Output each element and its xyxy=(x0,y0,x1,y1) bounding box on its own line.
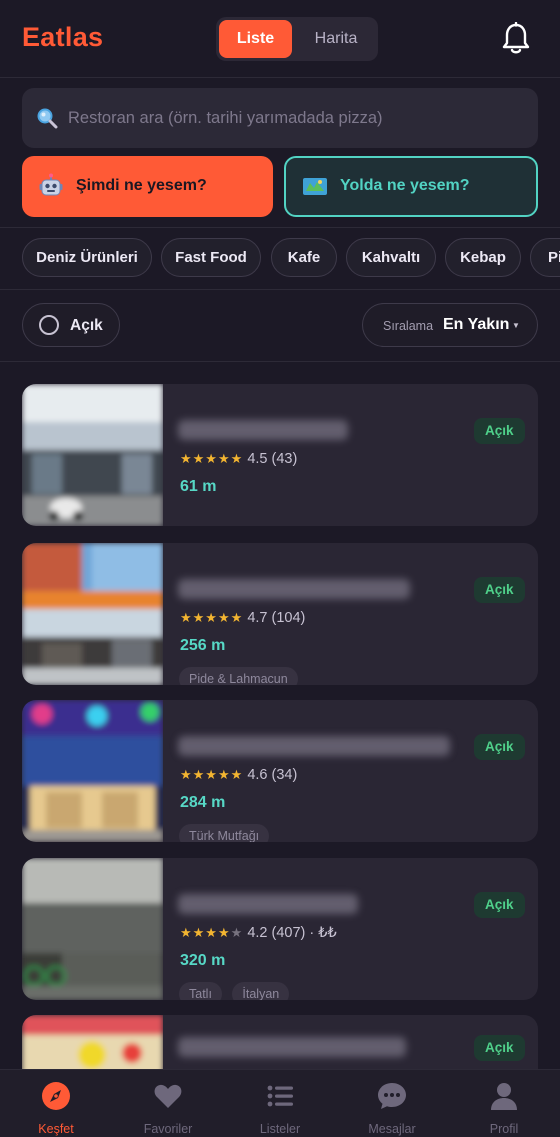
open-status-badge: Açık xyxy=(474,418,525,444)
nav-label-discover: Keşfet xyxy=(38,1122,74,1136)
chip-cafe[interactable]: Kafe xyxy=(271,238,337,277)
what-to-eat-now-button[interactable]: Şimdi ne yesem? xyxy=(22,156,273,217)
filter-divider xyxy=(0,361,560,362)
cuisine-tag: Pide & Lahmacun xyxy=(179,667,298,685)
category-chips: Deniz Ürünleri Fast Food Kafe Kahvaltı K… xyxy=(0,238,560,278)
restaurant-name-redacted xyxy=(178,736,450,756)
restaurant-name-redacted xyxy=(178,579,410,599)
restaurant-name-redacted xyxy=(178,420,348,440)
chip-seafood[interactable]: Deniz Ürünleri xyxy=(22,238,152,277)
nav-label-messages: Mesajlar xyxy=(368,1122,416,1136)
chip-more[interactable]: Pi xyxy=(530,238,560,277)
star-rating-icon: ★★★★★ xyxy=(180,610,244,625)
open-now-label: Açık xyxy=(70,317,103,334)
open-status-badge: Açık xyxy=(474,1035,525,1061)
app-logo: Eatlas xyxy=(22,22,104,52)
chip-breakfast[interactable]: Kahvaltı xyxy=(346,238,436,277)
chat-icon xyxy=(378,1083,406,1109)
restaurant-rating: ★★★★★ 4.5 (43) xyxy=(180,451,297,467)
review-count: (407) xyxy=(271,925,306,941)
rating-value: 4.2 xyxy=(247,925,268,941)
restaurant-photo xyxy=(22,384,163,526)
chip-fast-food[interactable]: Fast Food xyxy=(161,238,261,277)
app-screen: Eatlas Liste Harita Restoran ara (örn. t… xyxy=(0,0,560,1137)
robot-icon xyxy=(39,173,63,196)
restaurant-rating: ★★★★★ 4.2 (407) · ₺₺ xyxy=(180,925,337,941)
chips-divider xyxy=(0,289,560,290)
bottom-nav: Keşfet Favoriler Listeler Mesajlar Profi… xyxy=(0,1069,560,1137)
cuisine-tag: Türk Mutfağı xyxy=(179,824,270,842)
review-count: (43) xyxy=(271,451,298,467)
open-now-toggle[interactable]: Açık xyxy=(22,303,120,347)
cuisine-tag: İtalyan xyxy=(232,982,290,1000)
restaurant-photo xyxy=(22,700,163,842)
restaurant-distance: 61 m xyxy=(180,478,217,495)
open-status-badge: Açık xyxy=(474,892,525,918)
chip-kebab[interactable]: Kebap xyxy=(445,238,521,277)
actions-divider xyxy=(0,227,560,228)
nav-label-favorites: Favoriler xyxy=(143,1122,193,1136)
list-view-tab[interactable]: Liste xyxy=(219,20,292,58)
nav-item-messages[interactable]: Mesajlar xyxy=(336,1070,448,1137)
restaurant-tags: Pide & Lahmacun xyxy=(179,667,304,685)
header-divider xyxy=(0,77,560,78)
restaurant-rating: ★★★★★ 4.6 (34) xyxy=(180,767,297,783)
what-to-eat-now-label: Şimdi ne yesem? xyxy=(76,177,207,194)
restaurant-tags: Türk Mutfağı xyxy=(179,824,275,842)
nav-label-profile: Profil xyxy=(489,1122,519,1136)
star-rating-icon: ★★★★★ xyxy=(180,767,244,782)
header: Eatlas Liste Harita xyxy=(0,0,560,78)
restaurant-distance: 256 m xyxy=(180,637,226,654)
view-toggle: Liste Harita xyxy=(216,17,378,61)
nav-item-discover[interactable]: Keşfet xyxy=(0,1070,112,1137)
restaurant-distance: 284 m xyxy=(180,794,226,811)
price-level: · ₺₺ xyxy=(309,925,337,941)
rating-value: 4.6 xyxy=(247,767,268,783)
map-icon xyxy=(303,178,327,195)
restaurant-photo xyxy=(22,858,163,1000)
restaurant-card[interactable]: ★★★★★ 4.6 (34) 284 m Türk Mutfağı Açık xyxy=(22,700,538,842)
compass-icon xyxy=(42,1082,70,1110)
map-view-tab[interactable]: Harita xyxy=(296,20,376,58)
restaurant-card[interactable]: ★★★★★ 4.5 (43) 61 m Açık xyxy=(22,384,538,526)
heart-icon xyxy=(154,1084,182,1108)
sort-value: En Yakın xyxy=(443,316,510,333)
restaurant-card[interactable]: ★★★★★ 4.7 (104) 256 m Pide & Lahmacun Aç… xyxy=(22,543,538,685)
restaurant-distance: 320 m xyxy=(180,952,226,969)
nav-item-favorites[interactable]: Favoriler xyxy=(112,1070,224,1137)
restaurant-name-redacted xyxy=(178,894,358,914)
restaurant-card[interactable]: ★★★★★ 4.2 (407) · ₺₺ 320 m Tatlı İtalyan… xyxy=(22,858,538,1000)
restaurant-tags: Tatlı İtalyan xyxy=(179,982,295,1000)
star-rating-icon: ★★★★★ xyxy=(180,925,244,940)
restaurant-photo xyxy=(22,543,163,685)
sort-label: Sıralama xyxy=(383,319,434,333)
star-rating-icon: ★★★★★ xyxy=(180,451,244,466)
rating-value: 4.7 xyxy=(247,610,268,626)
open-now-radio xyxy=(39,315,59,335)
nav-label-lists: Listeler xyxy=(259,1122,301,1136)
what-to-eat-on-the-way-button[interactable]: Yolda ne yesem? xyxy=(284,156,538,217)
open-status-badge: Açık xyxy=(474,577,525,603)
rating-value: 4.5 xyxy=(247,451,268,467)
list-icon xyxy=(267,1085,293,1107)
review-count: (104) xyxy=(271,610,306,626)
search-bar xyxy=(22,88,538,148)
caret-down-icon: ▼ xyxy=(512,321,520,330)
cuisine-tag: Tatlı xyxy=(179,982,222,1000)
review-count: (34) xyxy=(271,767,298,783)
open-status-badge: Açık xyxy=(474,734,525,760)
search-input[interactable] xyxy=(68,102,528,134)
notification-bell-icon[interactable] xyxy=(500,22,532,56)
search-icon xyxy=(37,108,58,129)
restaurant-rating: ★★★★★ 4.7 (104) xyxy=(180,610,305,626)
sort-dropdown[interactable]: Sıralama En Yakın ▼ xyxy=(362,303,538,347)
nav-item-profile[interactable]: Profil xyxy=(448,1070,560,1137)
what-to-eat-on-the-way-label: Yolda ne yesem? xyxy=(340,177,470,194)
nav-item-lists[interactable]: Listeler xyxy=(224,1070,336,1137)
restaurant-name-redacted xyxy=(178,1037,406,1057)
person-icon xyxy=(491,1083,517,1110)
